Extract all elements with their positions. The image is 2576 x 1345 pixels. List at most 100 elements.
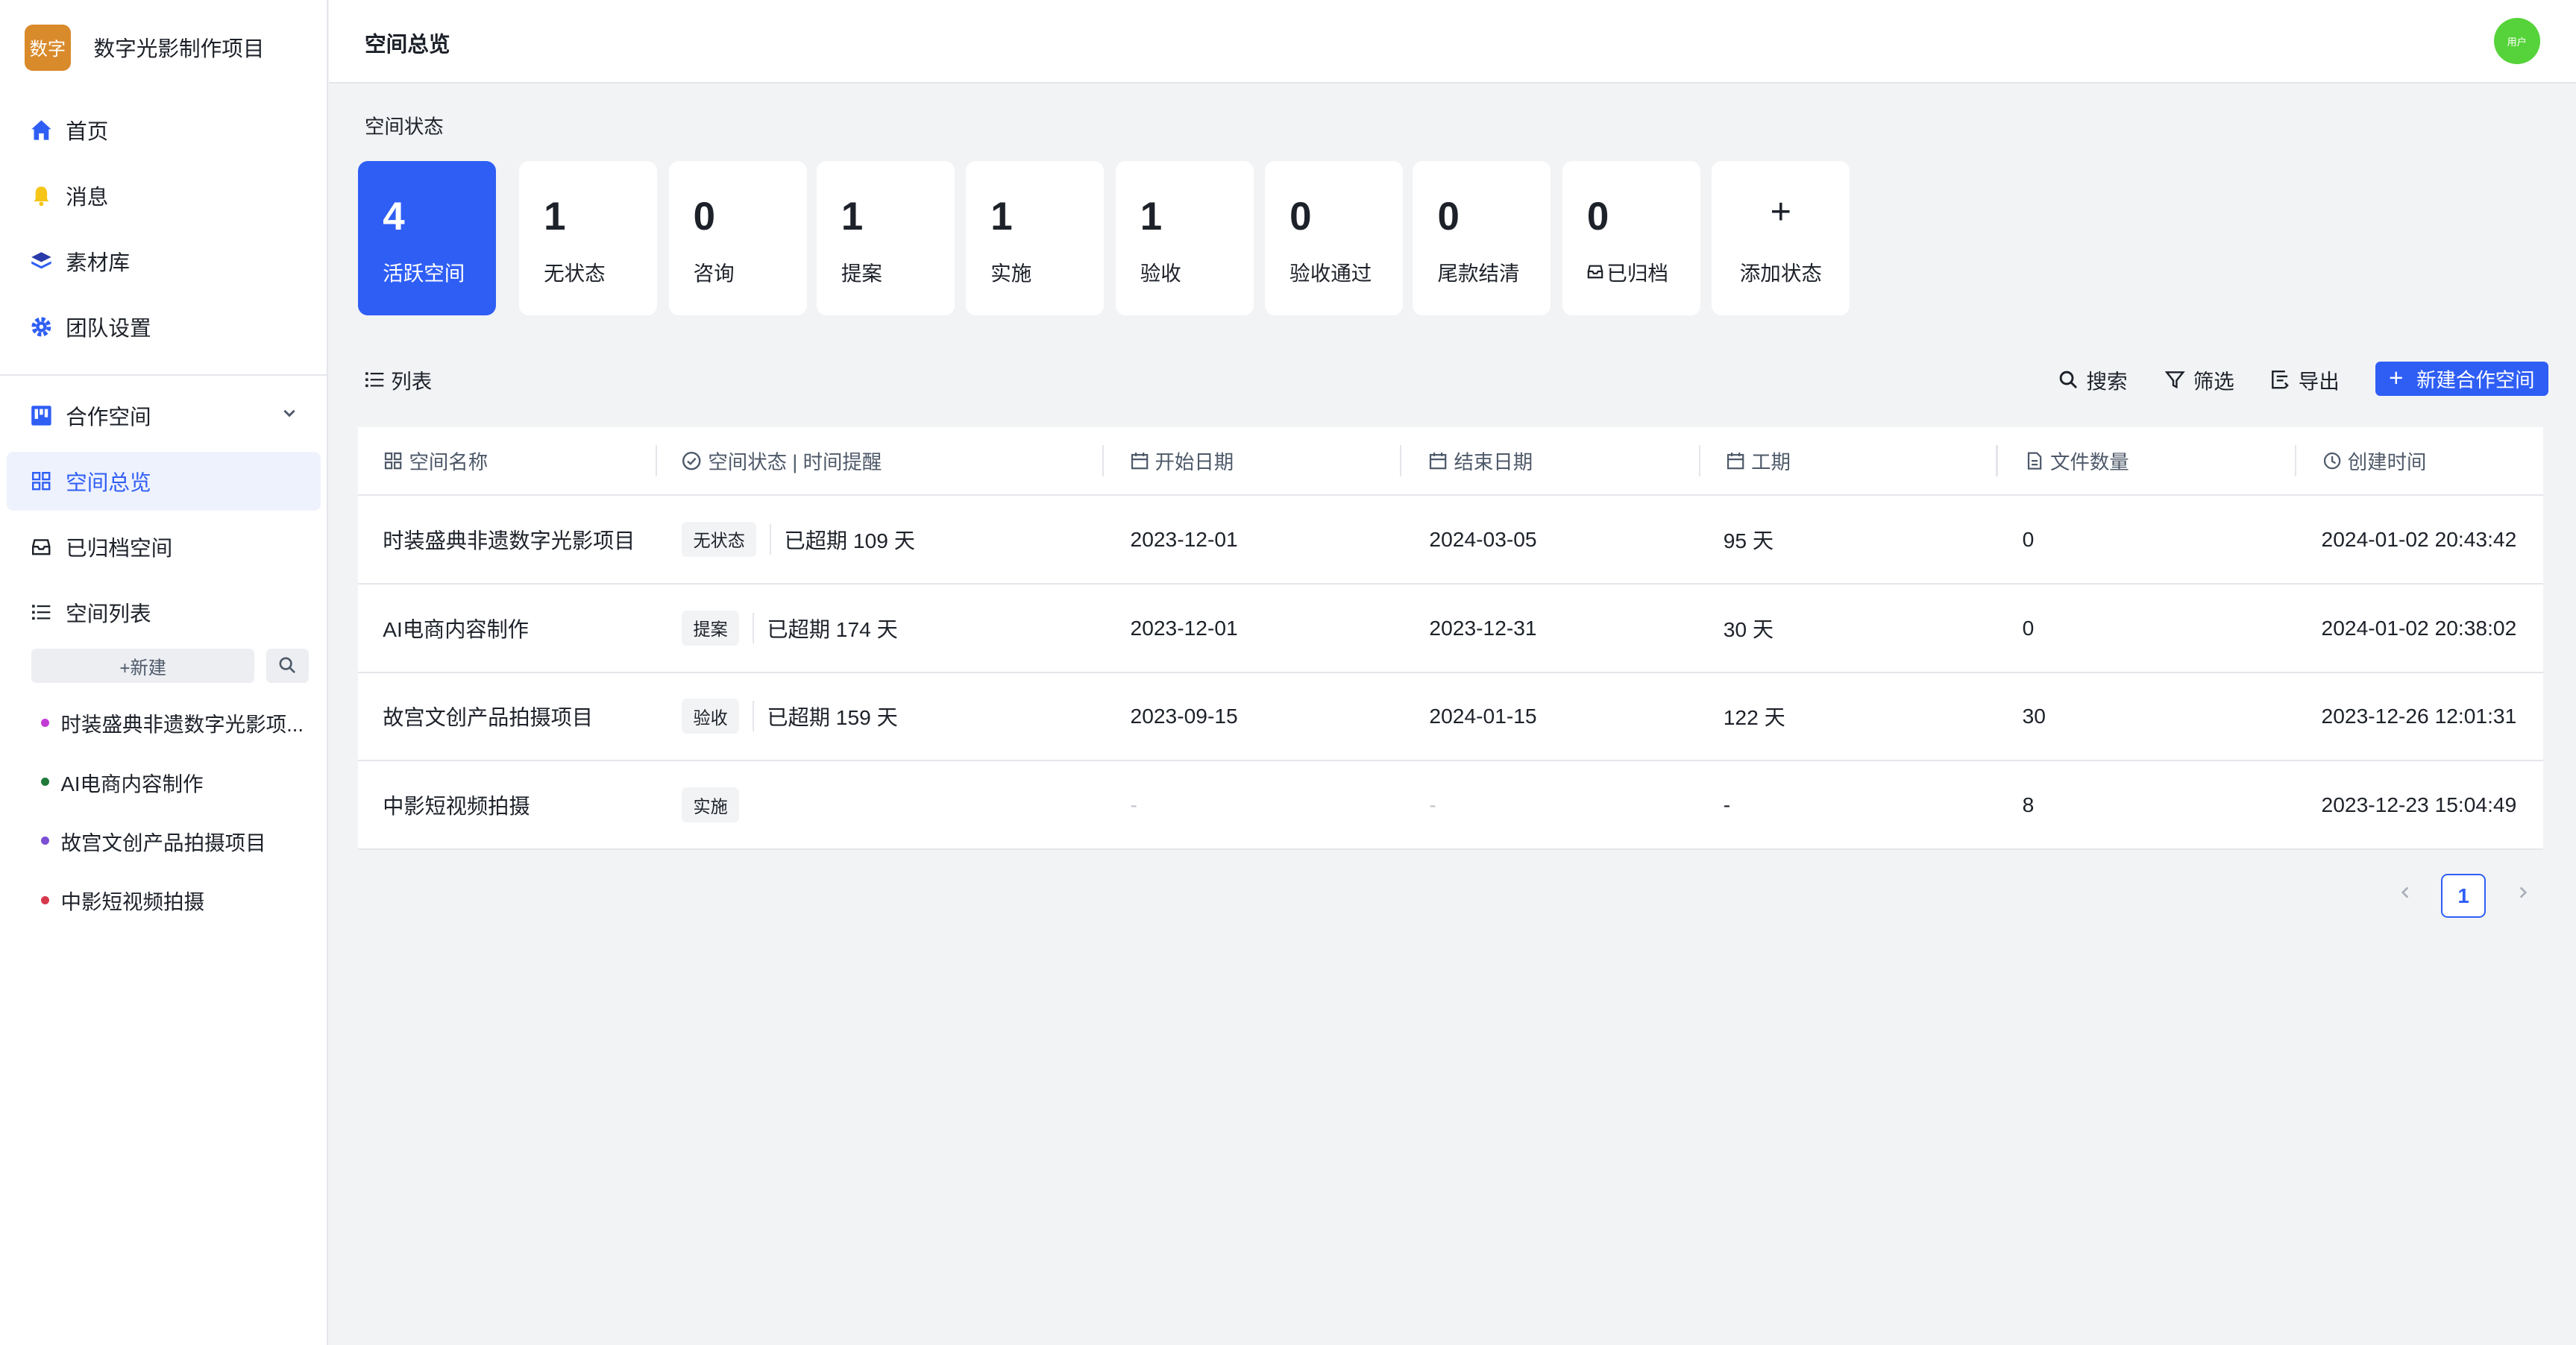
space-name: 时装盛典非遗数字光影项... bbox=[60, 713, 304, 737]
table-row[interactable]: 时装盛典非遗数字光影项目 无状态 已超期 109 天 2023-12-01 20… bbox=[358, 496, 2543, 585]
column-header-end[interactable]: 结束日期 bbox=[1429, 427, 1533, 494]
pagination-prev[interactable] bbox=[2397, 882, 2413, 907]
status-label: 验收通过 bbox=[1289, 261, 1372, 285]
space-list-item[interactable]: AI电商内容制作 bbox=[41, 766, 204, 799]
home-icon bbox=[30, 119, 53, 142]
column-header-label: 工期 bbox=[1751, 451, 1791, 474]
nav-item-label: 团队设置 bbox=[66, 316, 151, 341]
table-row[interactable]: AI电商内容制作 提案 已超期 174 天 2023-12-01 2023-12… bbox=[358, 585, 2543, 673]
cell-created-time: 2024-01-02 20:38:02 bbox=[2321, 615, 2517, 640]
status-label: 尾款结清 bbox=[1437, 261, 1520, 285]
status-badge: 提案 bbox=[682, 610, 740, 646]
nav-item-messages[interactable]: 消息 bbox=[7, 166, 321, 224]
brand[interactable]: 数字 数字光影制作项目 bbox=[25, 25, 265, 71]
chevron-left-icon bbox=[2401, 886, 2409, 898]
column-header-status[interactable]: 空间状态 | 时间提醒 bbox=[682, 427, 882, 494]
nav-item-home[interactable]: 首页 bbox=[7, 100, 321, 159]
nav-item-space-list[interactable]: 空间列表 bbox=[7, 583, 321, 642]
search-button[interactable]: 搜索 bbox=[2058, 365, 2128, 394]
cell-status: 提案 已超期 174 天 bbox=[682, 585, 898, 672]
status-label: 验收 bbox=[1140, 261, 1181, 285]
space-search-button[interactable] bbox=[266, 649, 310, 684]
column-separator bbox=[1996, 444, 1998, 476]
status-count: 0 bbox=[693, 194, 715, 239]
search-label: 搜索 bbox=[2086, 370, 2128, 394]
nav-item-space-overview[interactable]: 空间总览 bbox=[6, 451, 321, 511]
cell-duration: 122 天 bbox=[1723, 705, 1785, 730]
kanban-icon bbox=[30, 404, 53, 427]
status-card-none[interactable]: 1 无状态 bbox=[519, 160, 658, 315]
app-window: 数字 数字光影制作项目 首页 消息 素材库 团队设置 合作空间 空间总览 已归档… bbox=[0, 0, 2576, 1345]
status-card-implement[interactable]: 1 实施 bbox=[966, 160, 1105, 315]
status-card-final-payment[interactable]: 0 尾款结清 bbox=[1413, 160, 1551, 315]
status-count: 4 bbox=[383, 194, 405, 239]
filter-button[interactable]: 筛选 bbox=[2165, 365, 2234, 394]
search-icon bbox=[2059, 371, 2078, 388]
cell-duration: 30 天 bbox=[1723, 617, 1774, 641]
cell-name: AI电商内容制作 bbox=[383, 617, 529, 641]
column-header-duration[interactable]: 工期 bbox=[1727, 427, 1791, 494]
cell-file-count: 30 bbox=[2022, 704, 2046, 728]
calendar-icon bbox=[1727, 452, 1744, 470]
grid-icon bbox=[385, 452, 402, 470]
column-separator bbox=[1102, 444, 1105, 476]
column-header-name[interactable]: 空间名称 bbox=[384, 427, 488, 494]
column-header-files[interactable]: 文件数量 bbox=[2026, 427, 2129, 494]
space-color-dot bbox=[41, 895, 50, 904]
add-status-card[interactable]: + 添加状态 bbox=[1712, 160, 1850, 315]
status-badge: 实施 bbox=[682, 787, 740, 823]
workspace-group-toggle[interactable]: 合作空间 bbox=[7, 386, 321, 445]
status-card-archived[interactable]: 0 已归档 bbox=[1562, 160, 1700, 315]
new-space-button[interactable]: + 新建合作空间 bbox=[2375, 361, 2548, 396]
new-space-small-button[interactable]: +新建 bbox=[31, 649, 255, 684]
nav-item-assets[interactable]: 素材库 bbox=[7, 232, 321, 291]
space-list-item[interactable]: 中影短视频拍摄 bbox=[41, 883, 204, 916]
grid-icon bbox=[30, 470, 53, 493]
status-count: 0 bbox=[1586, 194, 1609, 239]
top-bar: 空间总览 用户 bbox=[328, 0, 2576, 84]
status-label: 无状态 bbox=[544, 261, 606, 285]
cell-start-date: 2023-12-01 bbox=[1130, 615, 1238, 640]
cell-end-date: 2023-12-31 bbox=[1429, 615, 1537, 640]
pagination-page-current[interactable]: 1 bbox=[2441, 873, 2486, 919]
layers-icon bbox=[30, 250, 53, 273]
avatar[interactable]: 用户 bbox=[2493, 18, 2540, 64]
status-count: 0 bbox=[1289, 194, 1312, 239]
space-list-item[interactable]: 故宫文创产品拍摄项目 bbox=[41, 825, 266, 857]
status-count: 1 bbox=[990, 194, 1013, 239]
space-list-item[interactable]: 时装盛典非遗数字光影项... bbox=[41, 706, 304, 739]
cell-duration: 95 天 bbox=[1723, 528, 1774, 552]
table-row[interactable]: 中影短视频拍摄 实施 - - - 8 2023-12-23 15:04:49 bbox=[358, 761, 2543, 850]
space-name: 故宫文创产品拍摄项目 bbox=[60, 831, 266, 854]
cell-created-time: 2024-01-02 20:43:42 bbox=[2321, 526, 2517, 551]
export-button[interactable]: 导出 bbox=[2270, 365, 2340, 394]
cell-name: 故宫文创产品拍摄项目 bbox=[383, 705, 594, 730]
column-header-created[interactable]: 创建时间 bbox=[2323, 427, 2426, 494]
nav-item-label: 首页 bbox=[66, 119, 109, 144]
column-separator bbox=[2295, 444, 2297, 476]
pagination-next[interactable] bbox=[2515, 882, 2531, 907]
table-row[interactable]: 故宫文创产品拍摄项目 验收 已超期 159 天 2023-09-15 2024-… bbox=[358, 673, 2543, 762]
status-card-acceptance[interactable]: 1 验收 bbox=[1115, 160, 1254, 315]
table-header: 空间名称 空间状态 | 时间提醒 开始日期 结束日期 工期 文件数量 创建时间 bbox=[358, 427, 2543, 497]
nav-item-team-settings[interactable]: 团队设置 bbox=[7, 297, 321, 356]
status-card-accepted[interactable]: 0 验收通过 bbox=[1265, 160, 1404, 315]
nav-item-archived-spaces[interactable]: 已归档空间 bbox=[7, 517, 321, 576]
column-header-start[interactable]: 开始日期 bbox=[1131, 427, 1234, 494]
cell-status: 实施 bbox=[682, 761, 740, 848]
status-section-title: 空间状态 bbox=[365, 115, 444, 138]
cell-created-time: 2023-12-26 12:01:31 bbox=[2321, 704, 2517, 728]
calendar-icon bbox=[1430, 452, 1447, 470]
export-label: 导出 bbox=[2298, 370, 2340, 394]
list-title: 列表 bbox=[365, 365, 432, 394]
status-card-active[interactable]: 4 活跃空间 bbox=[358, 160, 497, 315]
archive-box-icon bbox=[30, 535, 53, 558]
status-label: 已归档 bbox=[1606, 261, 1668, 285]
status-card-consult[interactable]: 0 咨询 bbox=[668, 160, 807, 315]
status-card-proposal[interactable]: 1 提案 bbox=[816, 160, 955, 315]
workspace-group-label: 合作空间 bbox=[66, 405, 151, 429]
status-count: 0 bbox=[1437, 194, 1460, 239]
bell-icon bbox=[30, 184, 53, 207]
space-color-dot bbox=[41, 778, 50, 787]
archive-box-icon bbox=[1587, 263, 1603, 280]
